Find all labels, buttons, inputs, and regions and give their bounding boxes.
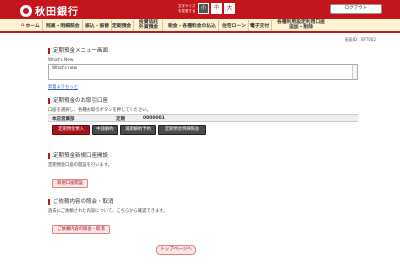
nav-balance[interactable]: 残高・明細照会 bbox=[46, 20, 83, 31]
bank-logo[interactable]: 秋田銀行 bbox=[20, 3, 79, 18]
early-cancel-button[interactable]: 中途解約 bbox=[92, 125, 118, 135]
nav-home[interactable]: ⌂ ホーム bbox=[21, 20, 43, 31]
inquiry-description: 過去にご依頼された内容について、こちらから確認できます。 bbox=[48, 209, 168, 214]
whats-new-content: What's new bbox=[52, 66, 77, 71]
whats-new-scrollbar[interactable] bbox=[352, 65, 357, 79]
account-type: 定期 bbox=[116, 117, 125, 122]
new-account-description: 定期預金口座の開設を行います。 bbox=[48, 163, 113, 168]
bank-logo-icon bbox=[20, 4, 32, 17]
header-bar: 秋田銀行 文字サイズを変更する 小 中 大 ログアウト bbox=[0, 0, 400, 19]
more-news-link[interactable]: 新着よりもっと bbox=[48, 84, 78, 90]
maturity-cancel-button[interactable]: 満期解約予約 bbox=[120, 125, 156, 135]
font-size-large-button[interactable]: 大 bbox=[224, 3, 235, 14]
whats-new-label: What's New bbox=[48, 58, 74, 63]
home-icon: ⌂ bbox=[21, 23, 25, 28]
whats-new-box[interactable]: What's new bbox=[48, 64, 358, 80]
nav-housing-loan[interactable]: 住宅ローン bbox=[222, 20, 249, 31]
account-row[interactable]: 本店営業部 定期 0000001 bbox=[48, 114, 358, 122]
nav-settings[interactable]: 各種利用設定利用口座追加・削除 bbox=[275, 20, 329, 31]
new-account-button[interactable]: 新規口座開設 bbox=[52, 179, 88, 188]
nav-transfer[interactable]: 振込・振替 bbox=[85, 20, 112, 31]
accounts-instruction: 口座を選択し、各種お取引ボタンを押してください。 bbox=[48, 108, 151, 113]
statement-button[interactable]: 定期預金明細照会 bbox=[158, 125, 206, 135]
font-size-label: 文字サイズを変更する bbox=[178, 4, 196, 13]
new-account-section-title: 定期預金新規口座開設 bbox=[48, 153, 108, 159]
nav-time-deposit[interactable]: 定期預金 bbox=[112, 20, 135, 31]
nav-investment[interactable]: 投資信託外貨預金 bbox=[137, 20, 163, 31]
top-page-button[interactable]: トップページへ bbox=[156, 245, 196, 255]
inquiry-section-title: ご依頼内容の照会・取消 bbox=[48, 199, 114, 205]
global-nav: ⌂ ホーム 残高・明細照会 振込・振替 定期預金 投資信託外貨預金 税金・各種料… bbox=[0, 19, 400, 33]
screen-id: 画面ID：BFT002 bbox=[344, 37, 376, 42]
font-size-medium-button[interactable]: 中 bbox=[211, 3, 222, 14]
font-size-small-button[interactable]: 小 bbox=[198, 3, 209, 14]
deposit-button[interactable]: 定期預金預入 bbox=[52, 125, 90, 135]
nav-e-delivery[interactable]: 電子交付 bbox=[250, 20, 273, 31]
account-branch: 本店営業部 bbox=[52, 117, 75, 122]
logout-button[interactable]: ログアウト bbox=[330, 4, 382, 14]
account-number: 0000001 bbox=[143, 116, 165, 121]
bank-name: 秋田銀行 bbox=[35, 7, 79, 18]
page-title: 定期預金メニュー画面 bbox=[48, 48, 108, 54]
nav-tax-payment[interactable]: 税金・各種料金の払込 bbox=[168, 20, 219, 31]
inquiry-button[interactable]: ご依頼内容の照会・取消 bbox=[52, 225, 110, 234]
accounts-section-title: 定期預金のお取引口座 bbox=[48, 98, 108, 104]
